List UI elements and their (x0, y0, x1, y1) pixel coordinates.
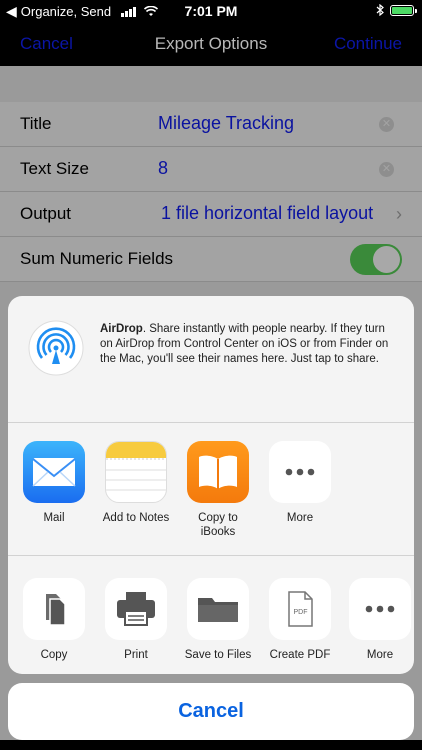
row-label: Output (20, 204, 72, 223)
share-app-copy-to-ibooks[interactable]: Copy to iBooks (176, 441, 260, 539)
share-app-label: Add to Notes (102, 512, 170, 524)
notes-icon (105, 441, 167, 503)
share-actions-row: Copy Print Save to Files PDF Create PDF … (8, 556, 414, 673)
chevron-right-icon: › (396, 204, 402, 224)
share-app-add-to-notes[interactable]: Add to Notes (94, 441, 178, 525)
title-input[interactable]: Mileage Tracking (158, 113, 294, 134)
bluetooth-icon (376, 4, 384, 16)
share-apps-row: Mail Add to Notes Copy to iBooks More (8, 423, 414, 556)
form-row-sum-numeric[interactable]: Sum Numeric Fields (0, 237, 422, 282)
folder-icon (187, 578, 249, 640)
form-row-title[interactable]: Title Mileage Tracking ✕ (0, 102, 422, 147)
print-icon (105, 578, 167, 640)
bottom-bar (0, 740, 422, 750)
row-label: Sum Numeric Fields (20, 249, 174, 268)
pdf-badge-text: PDF (294, 609, 308, 616)
clear-icon[interactable]: ✕ (379, 117, 394, 132)
action-label: Create PDF (269, 649, 331, 661)
row-label: Title (20, 114, 52, 133)
airdrop-icon (28, 320, 84, 376)
action-print[interactable]: Print (94, 578, 178, 662)
airdrop-description: AirDrop. Share instantly with people nea… (100, 323, 389, 365)
airdrop-section[interactable]: AirDrop. Share instantly with people nea… (8, 296, 414, 423)
battery-icon (390, 4, 417, 16)
action-copy[interactable]: Copy (12, 578, 96, 662)
share-app-label: More (286, 512, 314, 524)
share-app-label: Copy to iBooks (198, 512, 238, 538)
cancel-button[interactable]: Cancel (8, 683, 414, 740)
action-create-pdf[interactable]: PDF Create PDF (258, 578, 342, 662)
action-more[interactable]: More (338, 578, 414, 662)
row-label: Text Size (20, 159, 89, 178)
action-label: Print (124, 649, 148, 661)
action-label: Copy (40, 649, 68, 661)
mail-icon (23, 441, 85, 503)
clear-icon[interactable]: ✕ (379, 162, 394, 177)
more-icon (269, 441, 331, 503)
form-row-output[interactable]: Output 1 file horizontal field layout › (0, 192, 422, 237)
action-label: Save to Files (184, 649, 252, 661)
nav-continue-button[interactable]: Continue (334, 34, 402, 54)
form-row-text-size[interactable]: Text Size 8 ✕ (0, 147, 422, 192)
navigation-bar: Cancel Export Options Continue (0, 22, 422, 66)
action-label: More (366, 649, 394, 661)
output-value: 1 file horizontal field layout (161, 203, 374, 223)
share-sheet: AirDrop. Share instantly with people nea… (8, 296, 414, 674)
pdf-icon: PDF (269, 578, 331, 640)
share-app-label: Mail (43, 512, 65, 524)
clock: 7:01 PM (184, 3, 238, 19)
ibooks-icon (187, 441, 249, 503)
share-app-mail[interactable]: Mail (12, 441, 96, 525)
text-size-input[interactable]: 8 (158, 158, 168, 179)
sum-numeric-toggle[interactable] (350, 244, 402, 275)
action-save-to-files[interactable]: Save to Files (176, 578, 260, 662)
more-icon (349, 578, 411, 640)
share-app-more[interactable]: More (258, 441, 342, 525)
copy-icon (23, 578, 85, 640)
status-bar: ◀ Organize, Send 7:01 PM (0, 0, 422, 22)
